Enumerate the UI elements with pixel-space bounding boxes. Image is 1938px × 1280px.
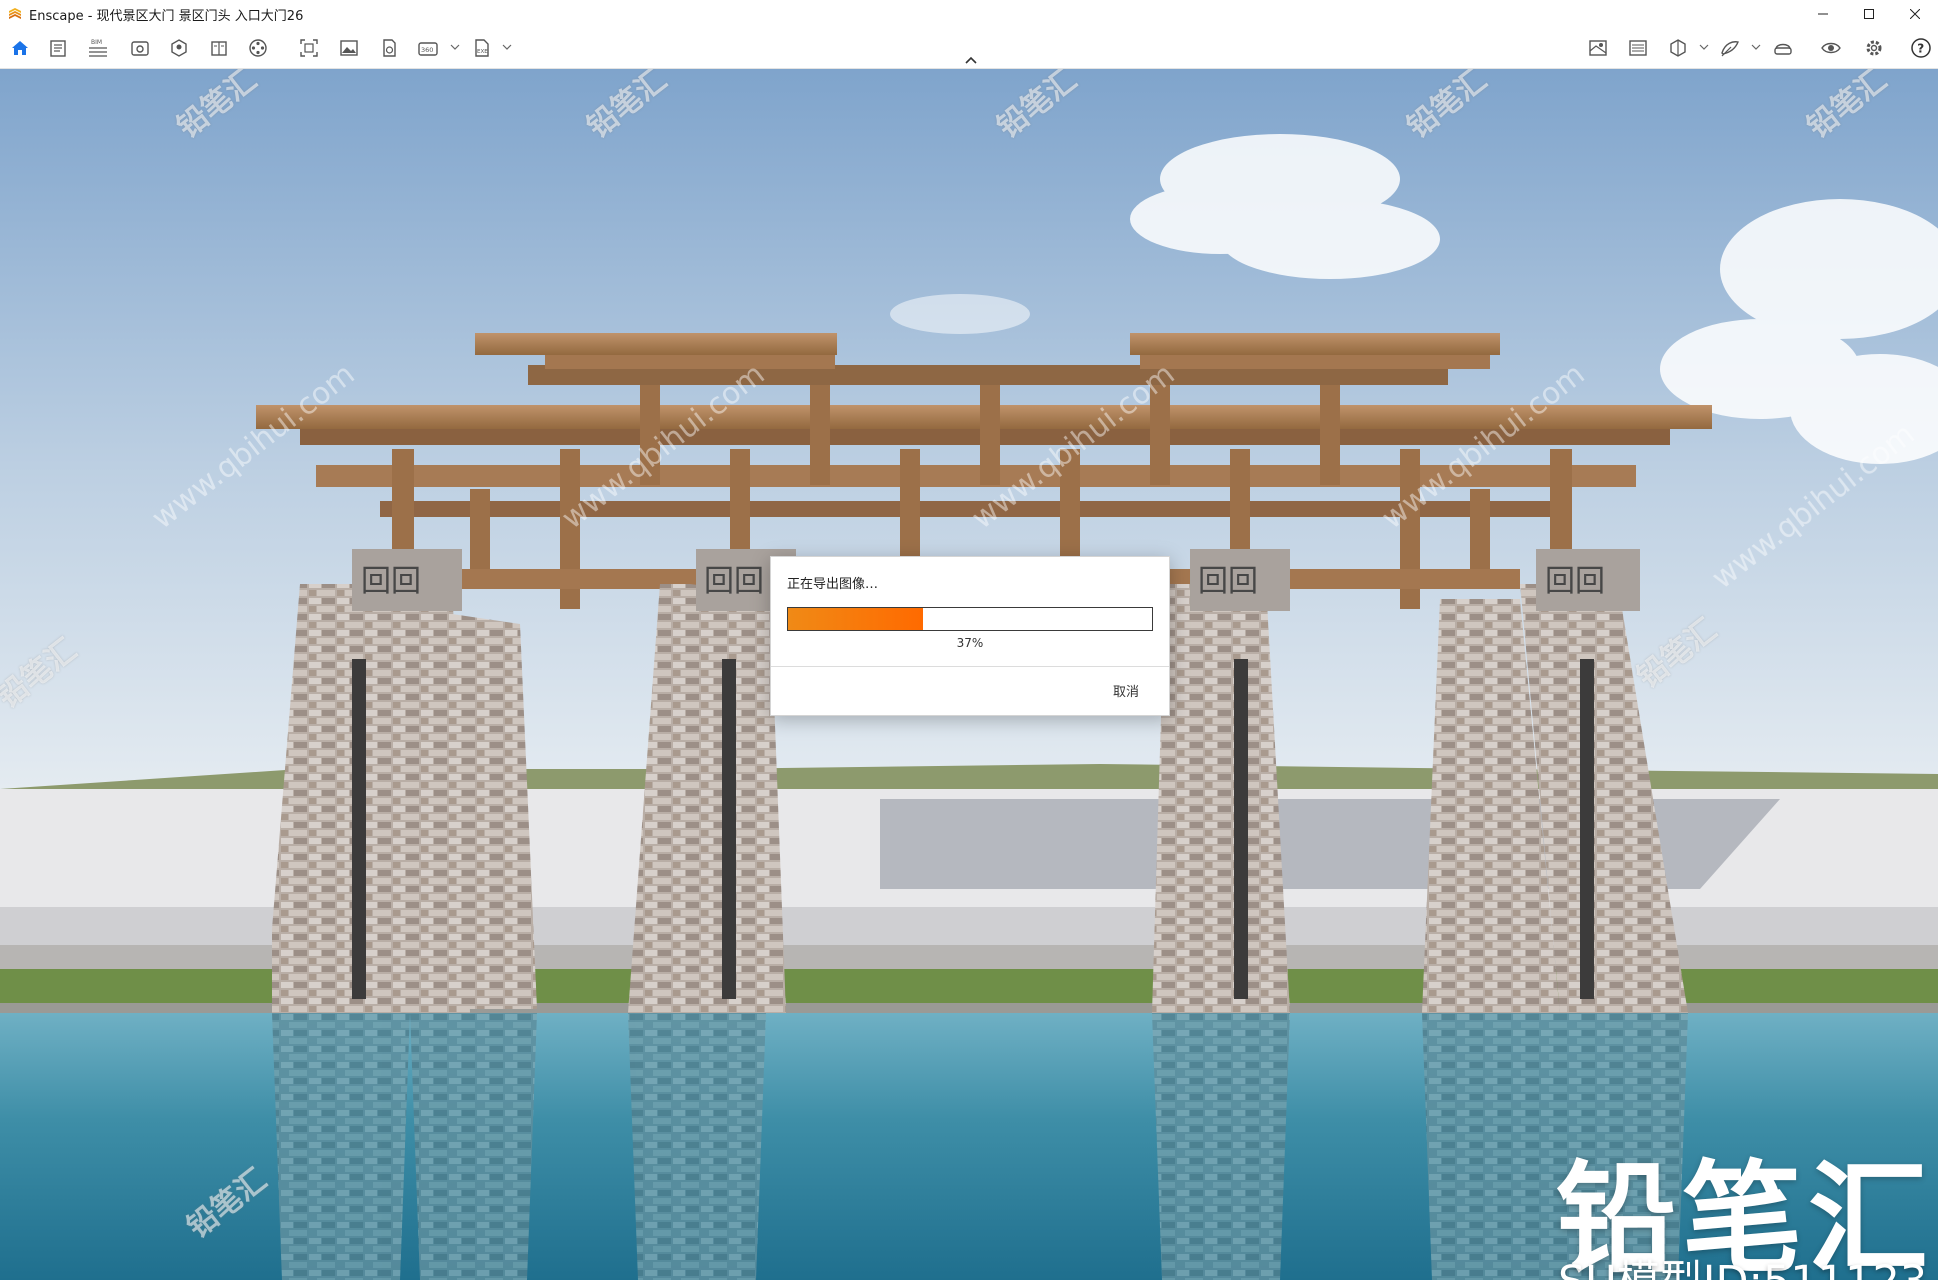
close-icon [1910,9,1920,19]
view-eye-icon [131,41,149,56]
panorama-icon: 360 [418,42,438,56]
panorama-dropdown-chevron-icon[interactable] [450,42,460,52]
enscape-logo-icon [9,8,21,19]
image-button[interactable] [337,36,361,60]
view-mode-icon [1670,39,1686,57]
panorama-button[interactable]: 360 [416,36,440,60]
dialog-divider [771,666,1169,667]
view-mode-dropdown-chevron-icon[interactable] [1699,42,1709,52]
export-progress-bar [787,607,1153,631]
home-icon [12,41,28,55]
image-icon [340,40,358,56]
export-exe-icon: EXE [475,39,489,57]
video-editor-icon [249,39,267,57]
visual-settings-icon [1721,41,1739,57]
document-button[interactable] [46,36,70,60]
book-icon [211,41,227,56]
svg-text:回回: 回回 [361,564,421,599]
svg-text:?: ? [1917,42,1924,56]
vr-button[interactable] [1771,36,1795,60]
dialog-title: 正在导出图像… [787,577,879,592]
home-button[interactable] [8,36,32,60]
export-dropdown-chevron-icon[interactable] [502,42,512,52]
maximize-icon [1864,9,1874,19]
window-title: Enscape - 现代景区大门 景区门头 入口大门26 [29,8,304,24]
help-icon: ? [1911,38,1931,58]
batch-render-button[interactable] [377,36,401,60]
settings-gear-icon [1866,40,1882,56]
bim-button[interactable]: BIM [86,36,110,60]
svg-text:EXE: EXE [477,49,488,55]
cancel-button[interactable]: 取消 [1113,681,1139,700]
view-button[interactable] [128,36,152,60]
map-view-icon [1589,40,1607,56]
minimize-icon [1818,13,1828,15]
book-button[interactable] [207,36,231,60]
export-progress-dialog: 正在导出图像… 37% 取消 [770,556,1170,716]
svg-text:BIM: BIM [91,39,102,46]
progress-percent: 37% [956,636,984,650]
close-button[interactable] [1892,0,1938,28]
help-button[interactable]: ? [1909,36,1933,60]
asset-library-button[interactable] [167,36,191,60]
batch-render-icon [383,39,396,57]
map-view-button[interactable] [1586,36,1610,60]
screenshot-icon [300,39,318,57]
settings-button[interactable] [1862,36,1886,60]
svg-text:回回: 回回 [1545,564,1605,599]
svg-text:回回: 回回 [704,564,764,599]
progress-fill [788,608,923,630]
svg-text:回回: 回回 [1198,564,1258,599]
collapse-toolbar-chevron-icon[interactable] [962,54,980,66]
title-bar: Enscape - 现代景区大门 景区门头 入口大门26 [0,0,1938,28]
atmosphere-icon [1629,40,1647,56]
visual-settings-dropdown-chevron-icon[interactable] [1751,42,1761,52]
screenshot-button[interactable] [297,36,321,60]
document-icon [50,40,66,57]
minimize-button[interactable] [1800,0,1846,28]
visual-settings-button[interactable] [1718,36,1742,60]
maximize-button[interactable] [1846,0,1892,28]
svg-text:360: 360 [421,46,433,54]
bim-icon: BIM [89,39,107,57]
model-id-label: SU模型ID:511123 [1558,1247,1927,1280]
eye-button[interactable] [1819,36,1843,60]
export-exe-button[interactable]: EXE [470,36,494,60]
atmosphere-button[interactable] [1626,36,1650,60]
video-editor-button[interactable] [246,36,270,60]
asset-library-icon [171,39,187,57]
view-mode-button[interactable] [1666,36,1690,60]
vr-headset-icon [1774,43,1792,55]
eye-icon [1821,42,1841,54]
